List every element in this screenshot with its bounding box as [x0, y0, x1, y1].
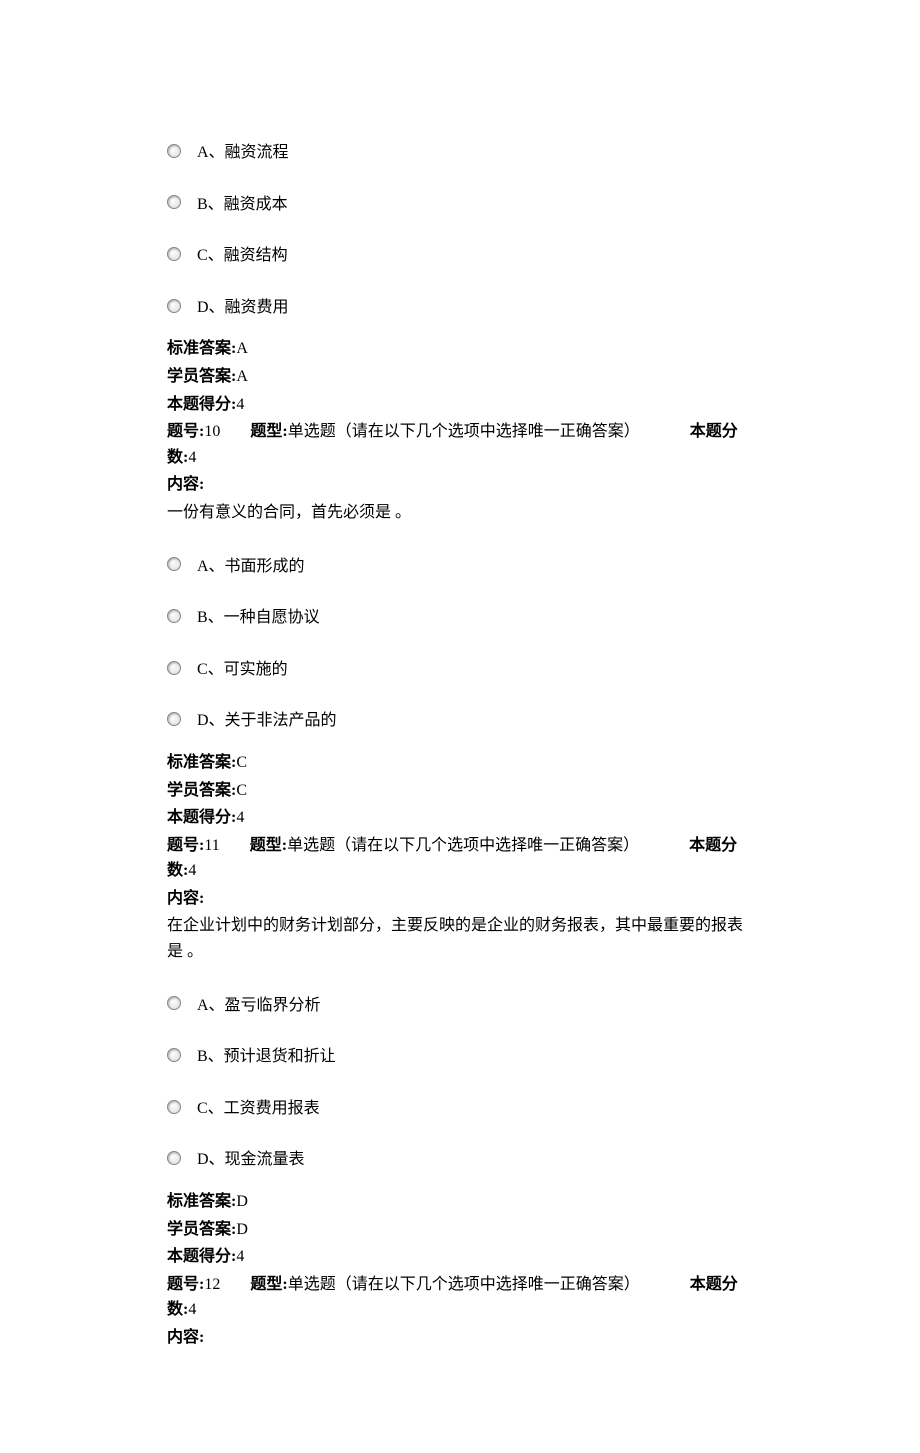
question-block: 题号:12 题型:单选题（请在以下几个选项中选择唯一正确答案） 本题分数:4 内…: [167, 1272, 753, 1351]
radio-icon[interactable]: [167, 996, 181, 1010]
student-answer-label: 学员答案:: [167, 782, 236, 799]
option-row[interactable]: C、融资结构: [167, 233, 753, 275]
option-text: D、融资费用: [197, 295, 289, 321]
student-answer-value: D: [236, 1221, 248, 1238]
student-answer-line: 学员答案:A: [167, 364, 753, 390]
question-block: 题号:11 题型:单选题（请在以下几个选项中选择唯一正确答案） 本题分数:4 内…: [167, 833, 753, 1270]
question-number-value: 10: [204, 423, 220, 440]
standard-answer-line: 标准答案:D: [167, 1189, 753, 1215]
standard-answer-value: A: [236, 340, 248, 357]
radio-icon[interactable]: [167, 557, 181, 571]
question-header: 题号:10 题型:单选题（请在以下几个选项中选择唯一正确答案） 本题分数:4: [167, 419, 753, 470]
option-text: B、预计退货和折让: [197, 1044, 336, 1070]
radio-icon[interactable]: [167, 299, 181, 313]
student-answer-line: 学员答案:C: [167, 778, 753, 804]
question-type-value: 单选题（请在以下几个选项中选择唯一正确答案）: [287, 837, 639, 854]
radio-icon[interactable]: [167, 661, 181, 675]
radio-icon[interactable]: [167, 144, 181, 158]
option-row[interactable]: A、书面形成的: [167, 544, 753, 586]
score-obtained-label: 本题得分:: [167, 809, 236, 826]
option-text: C、融资结构: [197, 243, 288, 269]
score-obtained-value: 4: [236, 809, 244, 826]
content-label: 内容:: [167, 886, 753, 912]
option-row[interactable]: D、融资费用: [167, 285, 753, 327]
option-row[interactable]: B、一种自愿协议: [167, 595, 753, 637]
score-obtained-label: 本题得分:: [167, 1248, 236, 1265]
student-answer-label: 学员答案:: [167, 368, 236, 385]
option-text: D、关于非法产品的: [197, 708, 337, 734]
option-row[interactable]: D、关于非法产品的: [167, 698, 753, 740]
option-text: A、盈亏临界分析: [197, 993, 321, 1019]
option-row[interactable]: A、盈亏临界分析: [167, 983, 753, 1025]
option-text: A、书面形成的: [197, 554, 305, 580]
radio-icon[interactable]: [167, 712, 181, 726]
content-text: 在企业计划中的财务计划部分，主要反映的是企业的财务报表，其中最重要的报表是 。: [167, 913, 753, 964]
question-block: A、融资流程 B、融资成本 C、融资结构 D、融资费用 标准答案:A 学员答案:…: [167, 130, 753, 417]
option-text: B、融资成本: [197, 192, 288, 218]
radio-icon[interactable]: [167, 247, 181, 261]
question-score-value: 4: [188, 1301, 196, 1318]
question-type-label: 题型:: [250, 837, 287, 854]
score-obtained-value: 4: [236, 1248, 244, 1265]
standard-answer-label: 标准答案:: [167, 340, 236, 357]
question-number-value: 11: [204, 837, 219, 854]
student-answer-value: A: [236, 368, 248, 385]
score-obtained-line: 本题得分:4: [167, 1244, 753, 1270]
student-answer-label: 学员答案:: [167, 1221, 236, 1238]
standard-answer-line: 标准答案:A: [167, 336, 753, 362]
score-obtained-label: 本题得分:: [167, 396, 236, 413]
question-number-label: 题号:: [167, 1276, 204, 1293]
question-score-value: 4: [188, 862, 196, 879]
score-obtained-value: 4: [236, 396, 244, 413]
radio-icon[interactable]: [167, 1151, 181, 1165]
option-text: A、融资流程: [197, 140, 289, 166]
standard-answer-value: D: [236, 1193, 248, 1210]
content-text: 一份有意义的合同，首先必须是 。: [167, 500, 753, 526]
question-type-value: 单选题（请在以下几个选项中选择唯一正确答案）: [288, 423, 640, 440]
option-text: B、一种自愿协议: [197, 605, 320, 631]
option-row[interactable]: C、工资费用报表: [167, 1086, 753, 1128]
question-number-label: 题号:: [167, 423, 204, 440]
option-text: C、工资费用报表: [197, 1096, 320, 1122]
question-block: 题号:10 题型:单选题（请在以下几个选项中选择唯一正确答案） 本题分数:4 内…: [167, 419, 753, 831]
radio-icon[interactable]: [167, 609, 181, 623]
question-score-value: 4: [188, 449, 196, 466]
question-type-value: 单选题（请在以下几个选项中选择唯一正确答案）: [288, 1276, 640, 1293]
standard-answer-value: C: [236, 754, 247, 771]
option-row[interactable]: C、可实施的: [167, 647, 753, 689]
standard-answer-label: 标准答案:: [167, 1193, 236, 1210]
standard-answer-label: 标准答案:: [167, 754, 236, 771]
content-label: 内容:: [167, 1325, 753, 1351]
option-row[interactable]: B、融资成本: [167, 182, 753, 224]
question-number-label: 题号:: [167, 837, 204, 854]
score-obtained-line: 本题得分:4: [167, 805, 753, 831]
option-row[interactable]: D、现金流量表: [167, 1137, 753, 1179]
option-row[interactable]: B、预计退货和折让: [167, 1034, 753, 1076]
option-row[interactable]: A、融资流程: [167, 130, 753, 172]
radio-icon[interactable]: [167, 1048, 181, 1062]
question-header: 题号:11 题型:单选题（请在以下几个选项中选择唯一正确答案） 本题分数:4: [167, 833, 753, 884]
radio-icon[interactable]: [167, 195, 181, 209]
option-text: C、可实施的: [197, 657, 288, 683]
option-text: D、现金流量表: [197, 1147, 305, 1173]
radio-icon[interactable]: [167, 1100, 181, 1114]
student-answer-value: C: [236, 782, 247, 799]
content-label: 内容:: [167, 472, 753, 498]
question-header: 题号:12 题型:单选题（请在以下几个选项中选择唯一正确答案） 本题分数:4: [167, 1272, 753, 1323]
standard-answer-line: 标准答案:C: [167, 750, 753, 776]
question-number-value: 12: [204, 1276, 220, 1293]
question-type-label: 题型:: [250, 423, 287, 440]
score-obtained-line: 本题得分:4: [167, 392, 753, 418]
student-answer-line: 学员答案:D: [167, 1217, 753, 1243]
question-type-label: 题型:: [250, 1276, 287, 1293]
